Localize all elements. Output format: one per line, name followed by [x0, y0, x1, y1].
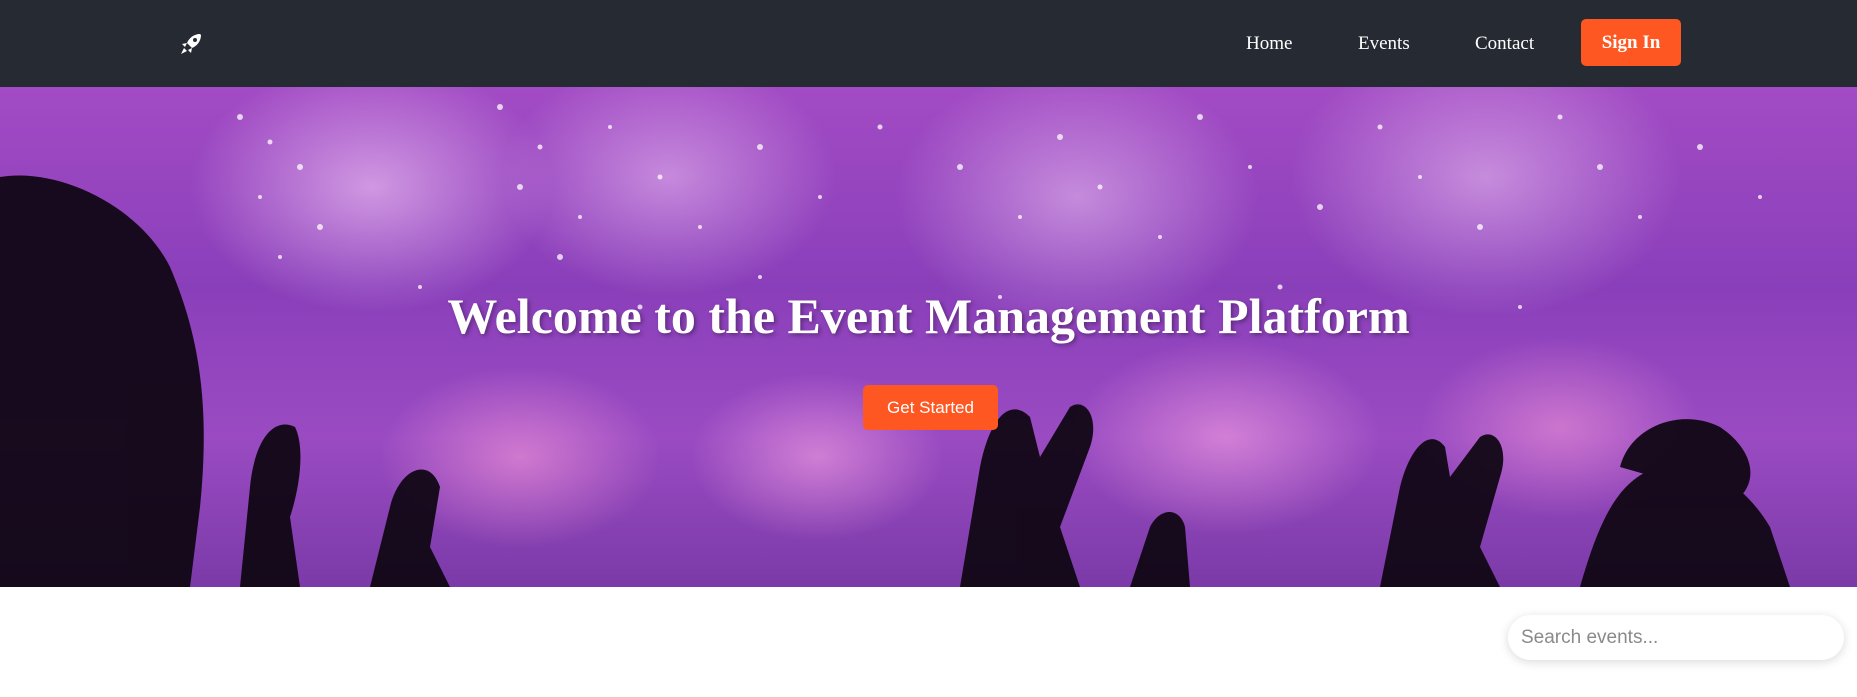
hero-banner: Welcome to the Event Management Platform… — [0, 87, 1857, 587]
hero-title: Welcome to the Event Management Platform — [447, 288, 1410, 344]
nav-link-events[interactable]: Events — [1358, 31, 1410, 57]
nav-link-home[interactable]: Home — [1246, 31, 1292, 57]
sign-in-button[interactable]: Sign In — [1581, 19, 1681, 66]
search-events-input[interactable] — [1508, 615, 1844, 660]
rocket-icon[interactable] — [178, 31, 204, 57]
nav-link-contact[interactable]: Contact — [1475, 31, 1534, 57]
get-started-button[interactable]: Get Started — [863, 385, 998, 430]
navbar: Home Events Contact Sign In — [0, 0, 1857, 87]
